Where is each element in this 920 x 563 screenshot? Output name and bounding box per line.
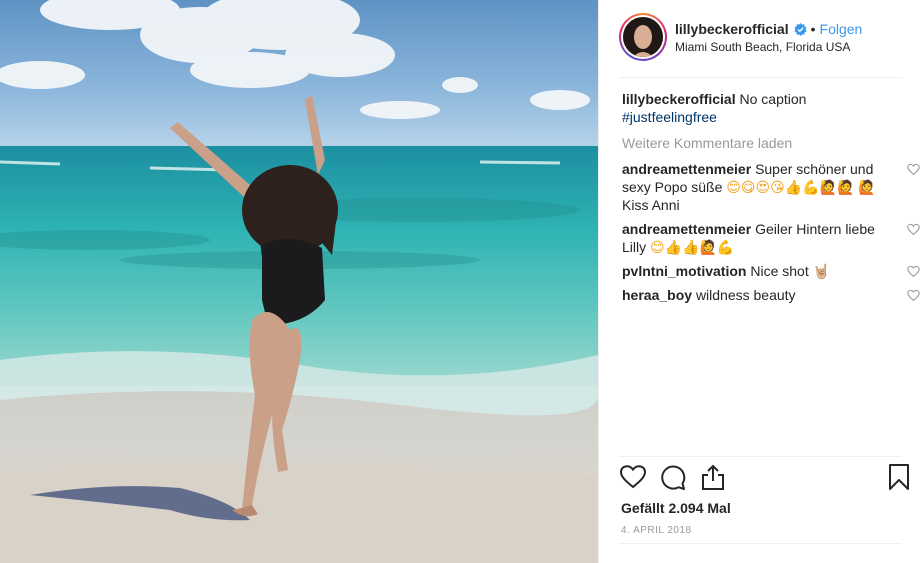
post-photo[interactable] [0,0,598,563]
post-caption: lillybeckerofficial No caption #justfeel… [622,90,904,126]
location-link[interactable]: Miami South Beach, Florida USA [675,40,850,54]
comment-username[interactable]: pvlntni_motivation [622,263,746,279]
caption-text: No caption [739,91,807,107]
comment-item: andreamettenmeier Geiler Hintern liebe L… [622,220,920,256]
caption-hashtag[interactable]: #justfeelingfree [622,109,717,125]
comment-emojis: 😊😋😍😘👍💪🙋🙋 [726,179,855,195]
comment-username[interactable]: andreamettenmeier [622,161,751,177]
small-heart-icon[interactable] [907,162,920,176]
header-line: lillybeckerofficial • Folgen [675,21,862,37]
bottom-divider [619,543,902,544]
comment-text: Nice shot [750,263,809,279]
verified-badge-icon [794,22,807,36]
small-heart-icon[interactable] [907,264,920,278]
small-heart-icon[interactable] [907,222,920,236]
separator-dot: • [810,21,816,37]
comment-text: wildness beauty [695,287,796,303]
comment-username[interactable]: heraa_boy [622,287,692,303]
header-divider [619,77,902,78]
comment-emojis: 🤘🏼 [812,263,831,279]
caption-username[interactable]: lillybeckerofficial [622,91,736,107]
avatar-image [623,17,663,57]
instagram-post: lillybeckerofficial • Folgen Miami South… [0,0,920,563]
likes-count[interactable]: Gefällt 2.094 Mal [621,500,731,516]
username-link[interactable]: lillybeckerofficial [675,21,789,37]
comment-item: pvlntni_motivation Nice shot 🤘🏼 [622,262,920,280]
load-more-comments-button[interactable]: Weitere Kommentare laden [622,134,904,152]
speech-bubble-icon[interactable] [659,463,687,491]
post-date[interactable]: 4. April 2018 [621,525,692,536]
comments-section: lillybeckerofficial No caption #justfeel… [622,90,920,310]
follow-button[interactable]: Folgen [820,21,863,37]
avatar[interactable] [619,13,667,61]
small-heart-icon[interactable] [907,288,920,302]
actions-divider [619,456,902,457]
heart-outline-icon[interactable] [619,463,647,491]
comment-emojis: 😊👍👍🙋💪 [650,239,735,255]
share-upload-icon[interactable] [699,463,727,491]
post-header: lillybeckerofficial • Folgen Miami South… [599,0,920,77]
bookmark-icon[interactable] [885,463,913,491]
comment-username[interactable]: andreamettenmeier [622,221,751,237]
beach-photo-illustration [0,0,598,563]
comment-item: andreamettenmeier Super schöner und sexy… [622,160,920,214]
comment-item: heraa_boy wildness beauty [622,286,920,304]
post-side-panel: lillybeckerofficial • Folgen Miami South… [598,0,920,563]
action-bar [619,463,911,493]
